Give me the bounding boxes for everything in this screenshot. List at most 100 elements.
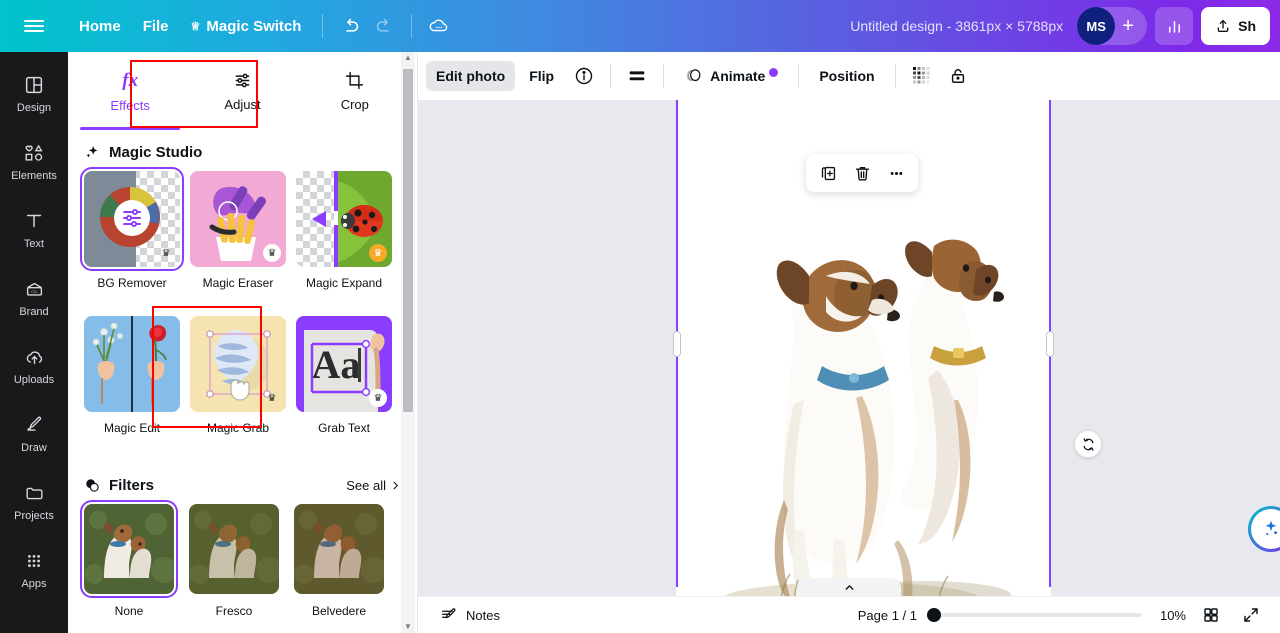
avatar[interactable]: MS xyxy=(1077,7,1116,45)
position-button[interactable]: Position xyxy=(809,61,884,91)
tool-grab-text[interactable]: Aa ♛ Grab Text xyxy=(296,316,392,435)
scroll-up-arrow[interactable]: ▲ xyxy=(404,52,412,64)
tool-bg-remover[interactable]: ♛ BG Remover xyxy=(80,167,184,290)
sidebar-item-elements-label: Elements xyxy=(11,170,57,182)
sidebar-item-text[interactable]: Text xyxy=(4,196,64,264)
fullscreen-icon[interactable] xyxy=(1236,600,1266,630)
scrollbar-track[interactable] xyxy=(401,64,415,621)
filters-header: Filters See all xyxy=(84,463,401,504)
tool-label: Magic Edit xyxy=(103,421,161,435)
toolbar-divider xyxy=(610,64,612,88)
tool-thumbnail: Aa ♛ xyxy=(296,316,392,412)
sidebar-item-apps[interactable]: Apps xyxy=(4,536,64,604)
hamburger-icon[interactable] xyxy=(0,0,68,52)
sidebar-item-elements[interactable]: Elements xyxy=(4,128,64,196)
tool-thumbnail xyxy=(84,316,180,412)
filter-none[interactable]: None xyxy=(80,500,178,618)
grid-view-icon[interactable] xyxy=(1196,600,1226,630)
filter-label: None xyxy=(114,604,144,618)
filter-fresco[interactable]: Fresco xyxy=(189,504,279,618)
rotate-handle[interactable] xyxy=(1074,430,1102,458)
zoom-slider[interactable] xyxy=(927,607,1142,623)
svg-text:Aa: Aa xyxy=(312,342,361,387)
filter-thumbnail xyxy=(189,504,279,594)
tool-thumbnail: ♛ xyxy=(190,316,286,412)
tool-magic-eraser[interactable]: ♛ Magic Eraser xyxy=(190,171,286,290)
panel-scrollbar[interactable]: ▲ ▼ xyxy=(401,52,415,633)
zoom-level-label[interactable]: 10% xyxy=(1152,608,1186,623)
notes-label: Notes xyxy=(466,607,500,623)
sidebar-item-draw[interactable]: Draw xyxy=(4,400,64,468)
panel-scroll-area[interactable]: Magic Studio ♛ BG Remover ♛ Magic Eraser… xyxy=(68,130,417,633)
redo-icon[interactable] xyxy=(367,9,401,43)
sidebar-item-brand[interactable]: CO. Brand xyxy=(4,264,64,332)
sidebar-item-brand-label: Brand xyxy=(19,306,49,318)
duplicate-icon[interactable] xyxy=(812,157,844,189)
uploads-icon xyxy=(26,351,42,365)
editor-body: Design Elements Text CO. Brand Uploads D… xyxy=(0,52,1280,633)
see-all-filters-button[interactable]: See all xyxy=(346,478,401,493)
flip-label: Flip xyxy=(529,68,555,84)
magic-assistant-button[interactable] xyxy=(1248,506,1280,552)
zoom-slider-track xyxy=(927,613,1142,617)
tool-magic-expand[interactable]: ♛ Magic Expand xyxy=(296,171,392,290)
pattern-icon[interactable] xyxy=(906,60,938,92)
tool-thumbnail: ♛ xyxy=(80,167,184,271)
toolbar-divider-2 xyxy=(663,64,665,88)
tool-label: Magic Expand xyxy=(305,276,383,290)
tab-effects[interactable]: fx Effects xyxy=(74,58,186,130)
menu-item-magic-switch[interactable]: ♕ Magic Switch xyxy=(180,11,313,42)
animate-button[interactable]: Animate xyxy=(674,59,788,93)
position-label: Position xyxy=(819,68,875,84)
draw-icon xyxy=(26,416,41,431)
tool-magic-edit[interactable]: Magic Edit xyxy=(84,316,180,435)
transparency-icon[interactable] xyxy=(621,60,653,92)
zoom-controls: 10% xyxy=(927,600,1266,630)
effects-panel: fx Effects Adjust Crop Magic Studio ♛ BG… xyxy=(68,52,418,633)
insights-button[interactable] xyxy=(1155,7,1194,45)
animate-icon xyxy=(686,69,701,82)
canvas-area[interactable] xyxy=(418,100,1280,596)
sidebar-item-apps-label: Apps xyxy=(21,578,47,590)
filter-belvedere[interactable]: Belvedere xyxy=(294,504,384,618)
menu-item-file[interactable]: File xyxy=(132,11,180,42)
flip-button[interactable]: Flip xyxy=(519,61,564,91)
cloud-save-icon[interactable] xyxy=(422,9,456,43)
document-title[interactable]: Untitled design - 3861px × 5788px xyxy=(850,18,1063,34)
crown-badge: ♛ xyxy=(161,247,171,259)
page-collapse-tab[interactable] xyxy=(797,578,901,596)
magic-studio-title-row: Magic Studio xyxy=(84,144,202,161)
toolbar-divider-2 xyxy=(411,14,413,38)
zoom-slider-knob[interactable] xyxy=(927,608,941,622)
sidebar-item-draw-label: Draw xyxy=(21,442,47,454)
lock-icon[interactable] xyxy=(942,60,974,92)
sidebar-item-projects[interactable]: Projects xyxy=(4,468,64,536)
see-all-label: See all xyxy=(346,478,386,493)
more-options-icon[interactable] xyxy=(880,157,912,189)
magic-studio-title: Magic Studio xyxy=(109,144,203,161)
collaborators[interactable]: MS + xyxy=(1077,7,1148,45)
trash-icon[interactable] xyxy=(846,157,878,189)
tab-crop[interactable]: Crop xyxy=(299,58,411,124)
notes-button[interactable]: Notes xyxy=(432,601,508,629)
tab-adjust[interactable]: Adjust xyxy=(186,58,298,124)
sidebar-item-design[interactable]: Design xyxy=(4,60,64,128)
filter-preview-none xyxy=(84,504,174,594)
undo-icon[interactable] xyxy=(333,9,367,43)
menu-item-home[interactable]: Home xyxy=(68,11,132,42)
edit-photo-button[interactable]: Edit photo xyxy=(426,61,516,91)
add-member-button[interactable]: + xyxy=(1115,16,1141,36)
tool-label: Grab Text xyxy=(318,421,370,435)
magic-edit-preview xyxy=(84,316,180,412)
notes-icon xyxy=(441,608,456,619)
crop-icon xyxy=(346,71,364,90)
share-button[interactable]: Sh xyxy=(1201,7,1270,45)
filter-label: Fresco xyxy=(215,604,253,618)
tool-magic-grab[interactable]: ♛ Magic Grab xyxy=(190,316,286,435)
top-bar: Home File ♕ Magic Switch Untitled design… xyxy=(0,0,1280,52)
scrollbar-thumb[interactable] xyxy=(402,68,414,414)
scroll-down-arrow[interactable]: ▼ xyxy=(404,621,412,633)
sidebar-item-uploads[interactable]: Uploads xyxy=(4,332,64,400)
crown-icon: ♕ xyxy=(190,20,201,33)
info-icon[interactable] xyxy=(568,60,600,92)
